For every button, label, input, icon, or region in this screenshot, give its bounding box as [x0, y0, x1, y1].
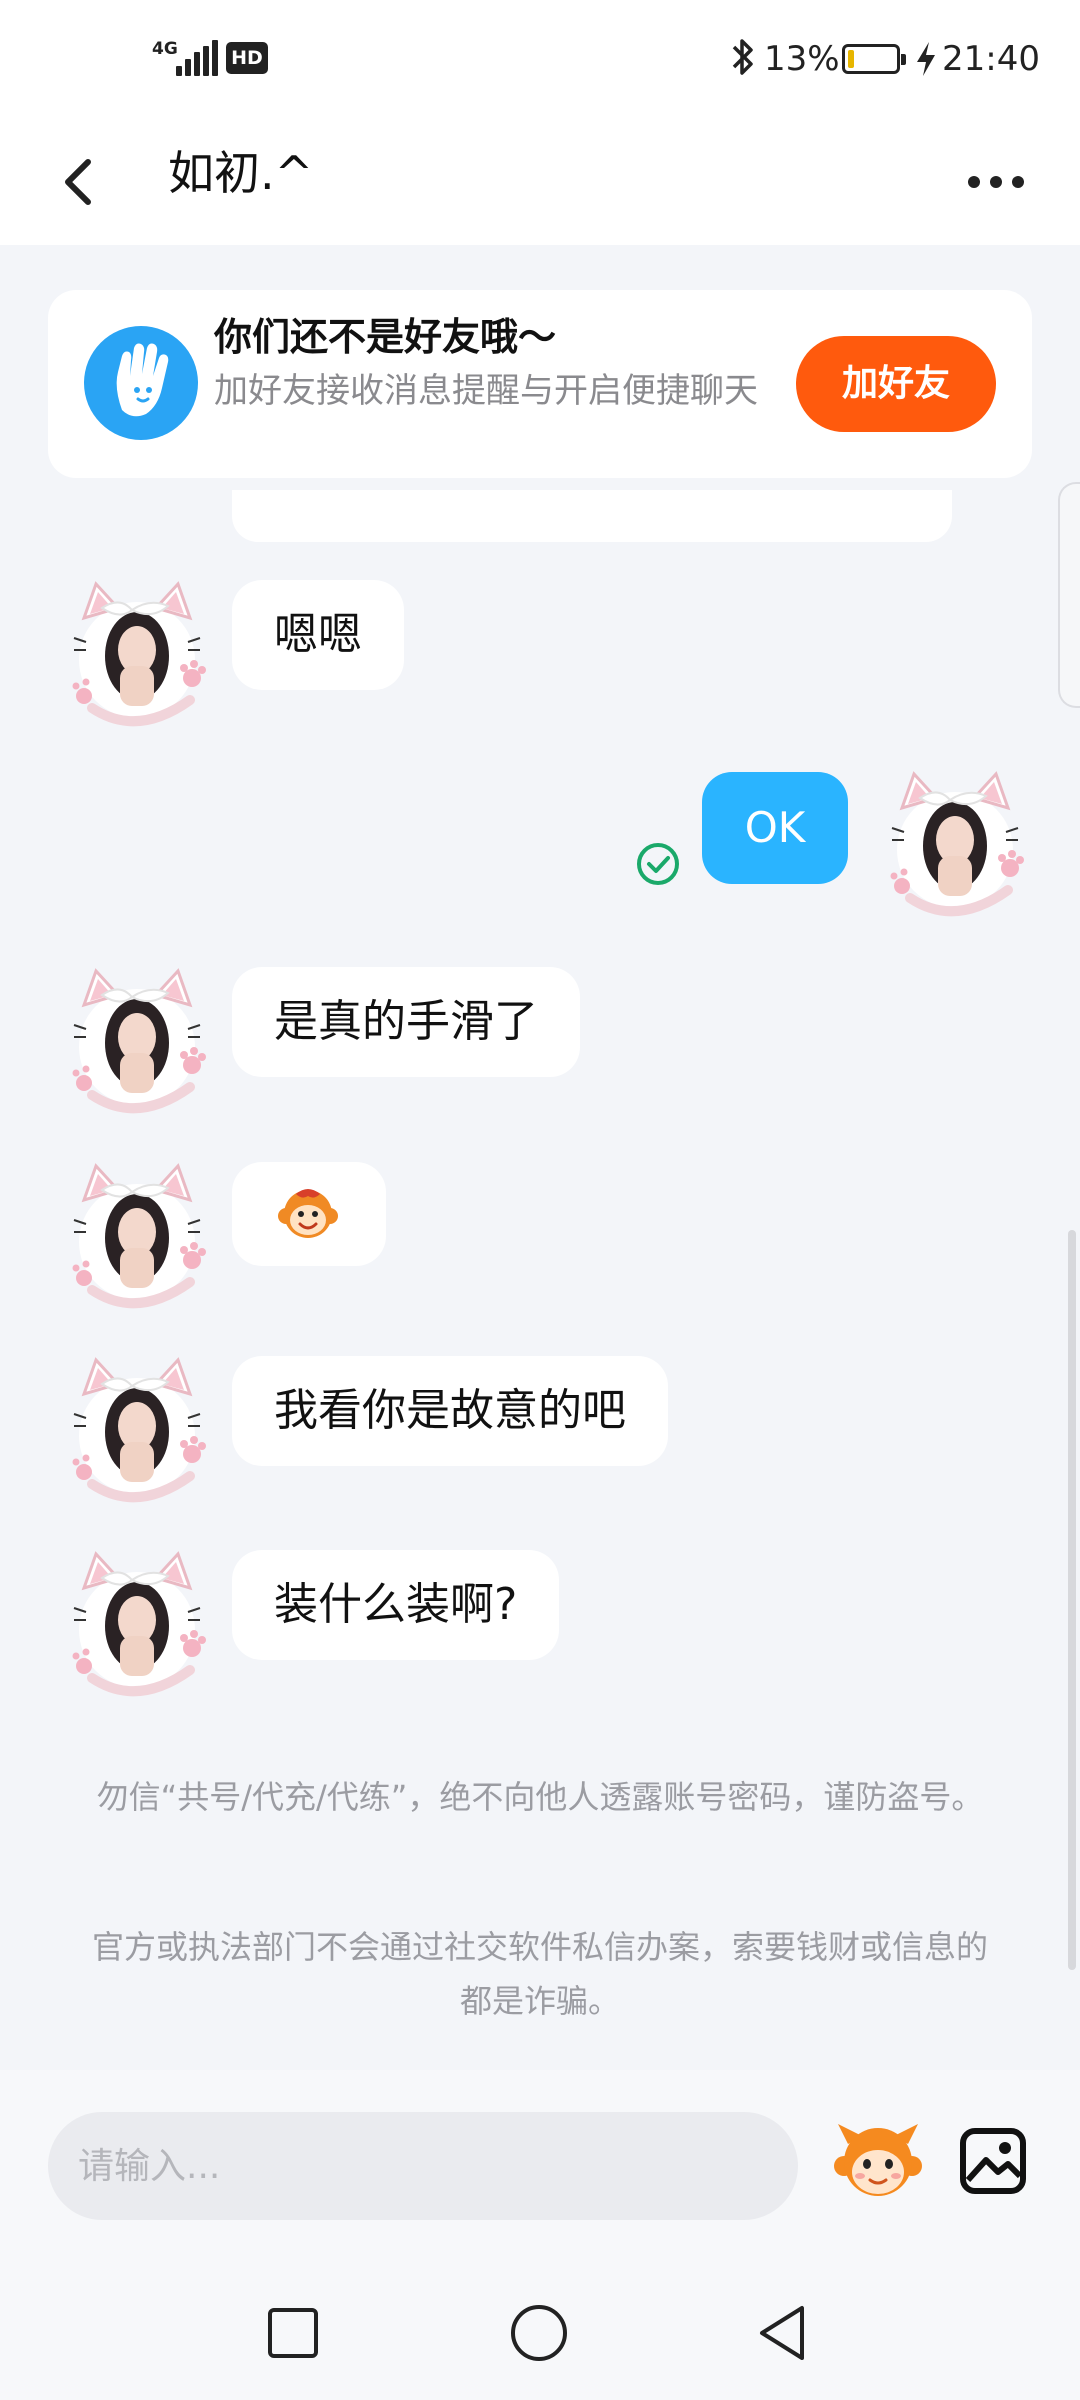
home-circle-icon[interactable] [504, 2298, 574, 2368]
partial-message-bubble [232, 490, 952, 542]
add-friend-button[interactable]: 加好友 [796, 336, 996, 432]
read-check-icon [637, 843, 679, 885]
system-nav-bar [0, 2270, 1080, 2400]
incoming-message-bubble[interactable]: 嗯嗯 [232, 580, 404, 690]
side-panel-handle[interactable] [1058, 482, 1080, 708]
chat-title: 如初.^ [168, 146, 314, 200]
charging-icon [917, 42, 935, 76]
image-picker-icon [960, 2128, 1026, 2194]
outgoing-message-bubble[interactable]: OK [702, 772, 848, 884]
incoming-message-bubble[interactable]: 是真的手滑了 [232, 967, 580, 1077]
wave-hand-icon [84, 326, 198, 440]
recent-apps-square-icon[interactable] [258, 2298, 328, 2368]
battery-percent: 13% [764, 39, 840, 79]
banner-description: 加好友接收消息提醒与开启便捷聊天 [214, 371, 758, 411]
my-avatar[interactable] [880, 768, 1030, 918]
image-button[interactable] [958, 2126, 1028, 2196]
incoming-message-bubble[interactable]: 装什么装啊? [232, 1550, 560, 1660]
incoming-message-bubble[interactable]: 我看你是故意的吧 [232, 1356, 668, 1466]
monkey-emoji-icon [834, 2124, 922, 2196]
contact-avatar[interactable] [62, 965, 212, 1115]
bluetooth-icon [732, 39, 753, 75]
fraud-notice: 官方或执法部门不会通过社交软件私信办案，索要钱财或信息的都是诈骗。 [91, 1928, 988, 2020]
more-options-button[interactable] [960, 155, 1032, 205]
monkey-face-sticker [278, 1189, 338, 1238]
contact-avatar[interactable] [62, 1548, 212, 1698]
scrollbar[interactable] [1068, 1230, 1076, 1970]
hd-badge: HD [226, 42, 268, 74]
chevron-left-icon [65, 159, 91, 205]
contact-avatar[interactable] [62, 578, 212, 728]
signal-icon [176, 40, 220, 76]
incoming-sticker-bubble[interactable] [232, 1162, 386, 1266]
back-button[interactable] [50, 140, 110, 220]
back-triangle-icon[interactable] [748, 2298, 818, 2368]
chat-header: 如初.^ [0, 110, 1080, 245]
add-friend-banner: 你们还不是好友哦～ 加好友接收消息提醒与开启便捷聊天 加好友 [48, 290, 1032, 478]
battery-icon [842, 44, 906, 74]
network-type: 4G [152, 39, 178, 59]
safety-notice: 勿信“共号/代充/代练”，绝不向他人透露账号密码，谨防盗号。 [96, 1778, 984, 1816]
contact-avatar[interactable] [62, 1160, 212, 1310]
input-bar [0, 2070, 1080, 2270]
banner-title: 你们还不是好友哦～ [214, 315, 557, 359]
status-bar: 4G HD 13% 21:40 [0, 0, 1080, 110]
contact-avatar[interactable] [62, 1354, 212, 1504]
clock-time: 21:40 [942, 39, 1040, 79]
message-input[interactable] [48, 2112, 798, 2220]
emoji-button[interactable] [832, 2114, 924, 2206]
